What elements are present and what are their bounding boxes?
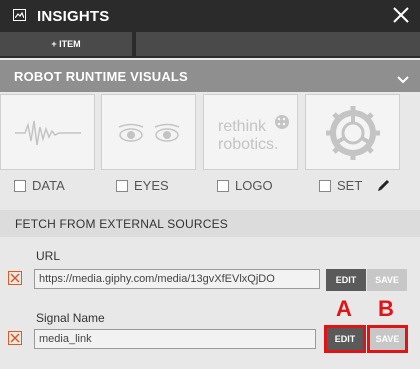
- checkbox-set[interactable]: [319, 179, 331, 192]
- remove-url-icon[interactable]: [8, 271, 22, 285]
- url-save-button[interactable]: SAVE: [367, 269, 407, 291]
- section-title: ROBOT RUNTIME VISUALS: [14, 69, 188, 84]
- url-field[interactable]: [34, 269, 320, 289]
- checkbox-eyes[interactable]: [116, 179, 128, 192]
- tab-bar: + ITEM: [0, 32, 420, 58]
- visual-panel-set[interactable]: [305, 94, 400, 170]
- fetch-title: FETCH FROM EXTERNAL SOURCES: [15, 217, 228, 231]
- fetch-subheader: FETCH FROM EXTERNAL SOURCES: [0, 210, 420, 237]
- pencil-icon[interactable]: [377, 178, 391, 197]
- visual-panel-data[interactable]: [0, 94, 95, 170]
- url-edit-button[interactable]: EDIT: [326, 269, 366, 291]
- rethink-logo: rethink robotics.: [218, 115, 289, 153]
- annotation-b: B: [378, 296, 394, 321]
- signal-save-button[interactable]: SAVE: [367, 325, 408, 353]
- tab-empty-slot: [136, 32, 420, 56]
- svg-text:robotics.: robotics.: [218, 136, 278, 153]
- visual-label-data: DATA: [32, 178, 65, 193]
- gear-icon: [326, 106, 380, 160]
- visual-toggle-logo[interactable]: LOGO: [217, 178, 273, 193]
- section-header[interactable]: ROBOT RUNTIME VISUALS: [0, 60, 420, 92]
- url-label: URL: [36, 249, 61, 263]
- visual-toggle-data[interactable]: DATA: [14, 178, 65, 193]
- image-icon: [13, 9, 26, 21]
- signal-name-field[interactable]: [34, 329, 316, 349]
- eyes-icon: [118, 123, 180, 142]
- visual-panel-logo[interactable]: rethink robotics.: [203, 94, 298, 170]
- remove-signal-icon[interactable]: [8, 331, 22, 345]
- svg-text:rethink: rethink: [218, 118, 267, 135]
- visual-label-set: SET: [337, 178, 363, 193]
- visual-label-eyes: EYES: [134, 178, 169, 193]
- visual-toggle-eyes[interactable]: EYES: [116, 178, 169, 193]
- signal-name-label: Signal Name: [36, 311, 105, 325]
- checkbox-data[interactable]: [14, 179, 26, 192]
- signal-wave-icon: [15, 120, 81, 146]
- add-item-tab[interactable]: + ITEM: [0, 32, 132, 56]
- close-icon[interactable]: [391, 5, 411, 25]
- title-bar: INSIGHTS: [0, 0, 420, 32]
- chevron-down-icon[interactable]: [397, 71, 409, 89]
- window-title: INSIGHTS: [37, 8, 110, 25]
- visual-label-logo: LOGO: [235, 178, 273, 193]
- annotation-a: A: [336, 296, 352, 321]
- checkbox-logo[interactable]: [217, 179, 229, 192]
- signal-edit-button[interactable]: EDIT: [324, 325, 366, 353]
- visual-toggle-set[interactable]: SET: [319, 178, 362, 193]
- visual-panel-eyes[interactable]: [101, 94, 196, 170]
